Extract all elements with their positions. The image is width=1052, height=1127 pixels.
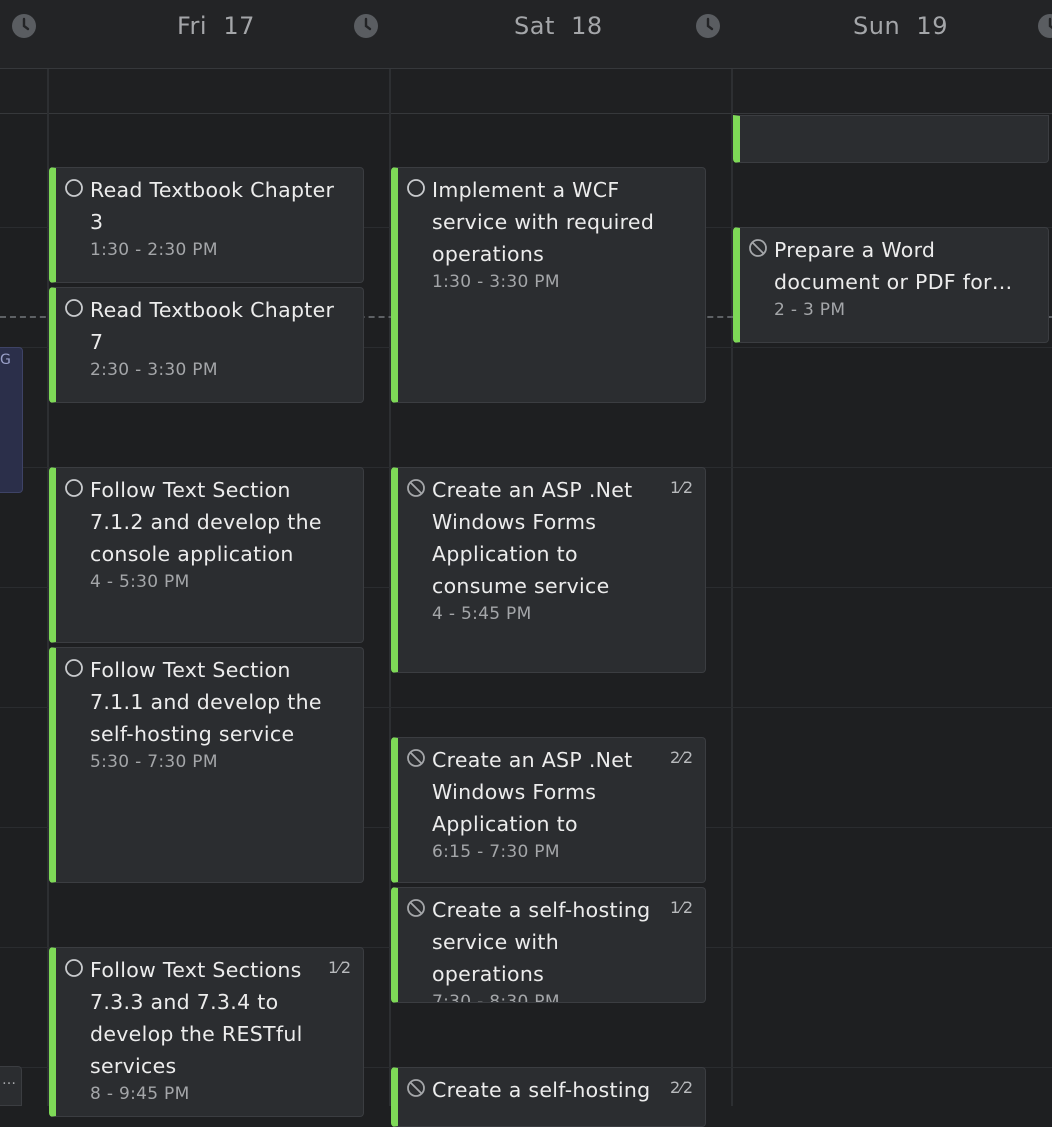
circle-icon[interactable] <box>64 958 84 978</box>
offscreen-event-glyph: G <box>0 352 11 368</box>
clock-icon[interactable] <box>353 13 379 39</box>
event-card[interactable]: Read Textbook Chapter 3 1:30 - 2:30 PM <box>49 167 364 283</box>
day-date: 17 <box>223 12 255 40</box>
day-header-sat[interactable]: Sat 18 <box>514 10 603 42</box>
event-card[interactable]: Create a self-hosting 2⁄2 <box>391 1067 706 1127</box>
occurrence-fraction: 2⁄2 <box>669 1078 693 1097</box>
event-card[interactable]: Follow Text Sections 7.3.3 and 7.3.4 to … <box>49 947 364 1117</box>
circle-icon[interactable] <box>64 658 84 678</box>
event-time: 7:30 - 8:30 PM <box>432 992 560 1003</box>
event-time: 6:15 - 7:30 PM <box>432 842 560 862</box>
event-title: Follow Text Section 7.1.2 and develop th… <box>90 478 322 566</box>
blocked-icon[interactable] <box>406 478 426 498</box>
day-weekday: Sat <box>514 12 555 40</box>
event-title: Create an ASP .Net Windows Forms Applica… <box>432 478 633 598</box>
day-header-sun[interactable]: Sun 19 <box>853 10 948 42</box>
event-card[interactable]: Read Textbook Chapter 7 2:30 - 3:30 PM <box>49 287 364 403</box>
event-title: Follow Text Sections 7.3.3 and 7.3.4 to … <box>90 958 303 1078</box>
event-title: Create a self-hosting <box>432 1078 651 1102</box>
event-card[interactable]: Implement a WCF service with required op… <box>391 167 706 403</box>
circle-icon[interactable] <box>64 298 84 318</box>
blocked-icon[interactable] <box>406 898 426 918</box>
calendar-header: Fri 17 Sat 18 Sun 19 <box>0 0 1052 69</box>
event-title: Create an ASP .Net Windows Forms Applica… <box>432 748 633 836</box>
event-time: 1:30 - 3:30 PM <box>432 272 560 292</box>
day-date: 18 <box>571 12 603 40</box>
clock-icon[interactable] <box>11 13 37 39</box>
event-time: 4 - 5:45 PM <box>432 604 532 624</box>
event-card[interactable]: Create an ASP .Net Windows Forms Applica… <box>391 467 706 673</box>
event-card[interactable]: Create a self-hosting service with opera… <box>391 887 706 1003</box>
all-day-row[interactable] <box>0 69 1052 114</box>
event-title: Implement a WCF service with required op… <box>432 178 655 266</box>
occurrence-fraction: 2⁄2 <box>669 748 693 767</box>
event-card[interactable]: Create an ASP .Net Windows Forms Applica… <box>391 737 706 883</box>
occurrence-fraction: 1⁄2 <box>669 898 693 917</box>
clock-icon[interactable] <box>695 13 721 39</box>
circle-icon[interactable] <box>64 178 84 198</box>
event-card[interactable]: Follow Text Section 7.1.1 and develop th… <box>49 647 364 883</box>
blocked-icon[interactable] <box>406 1078 426 1098</box>
day-weekday: Sun <box>853 12 901 40</box>
offscreen-event-ellipsis: … <box>2 1072 16 1088</box>
event-title: Follow Text Section 7.1.1 and develop th… <box>90 658 322 746</box>
event-time: 2:30 - 3:30 PM <box>90 360 218 380</box>
event-title: Create a self-hosting service with opera… <box>432 898 651 986</box>
occurrence-fraction: 1⁄2 <box>669 478 693 497</box>
event-card[interactable]: Prepare a Word document or PDF for submi… <box>733 227 1049 343</box>
event-title: Read Textbook Chapter 3 <box>90 178 335 234</box>
event-time: 8 - 9:45 PM <box>90 1084 190 1104</box>
event-time: 1:30 - 2:30 PM <box>90 240 218 260</box>
circle-icon[interactable] <box>406 178 426 198</box>
offscreen-event[interactable] <box>0 347 23 493</box>
blocked-icon[interactable] <box>748 238 768 258</box>
occurrence-fraction: 1⁄2 <box>327 958 351 977</box>
event-card[interactable]: Follow Text Section 7.1.2 and develop th… <box>49 467 364 643</box>
clock-icon[interactable] <box>1037 13 1052 39</box>
blocked-icon[interactable] <box>406 748 426 768</box>
event-time: 2 - 3 PM <box>774 300 846 320</box>
event-time: 4 - 5:30 PM <box>90 572 190 592</box>
day-header-fri[interactable]: Fri 17 <box>177 10 255 42</box>
event-title: Prepare a Word document or PDF for submi… <box>774 238 992 294</box>
day-weekday: Fri <box>177 12 208 40</box>
day-date: 19 <box>916 12 948 40</box>
event-card[interactable] <box>733 115 1049 163</box>
event-title: Read Textbook Chapter 7 <box>90 298 335 354</box>
circle-icon[interactable] <box>64 478 84 498</box>
event-time: 5:30 - 7:30 PM <box>90 752 218 772</box>
